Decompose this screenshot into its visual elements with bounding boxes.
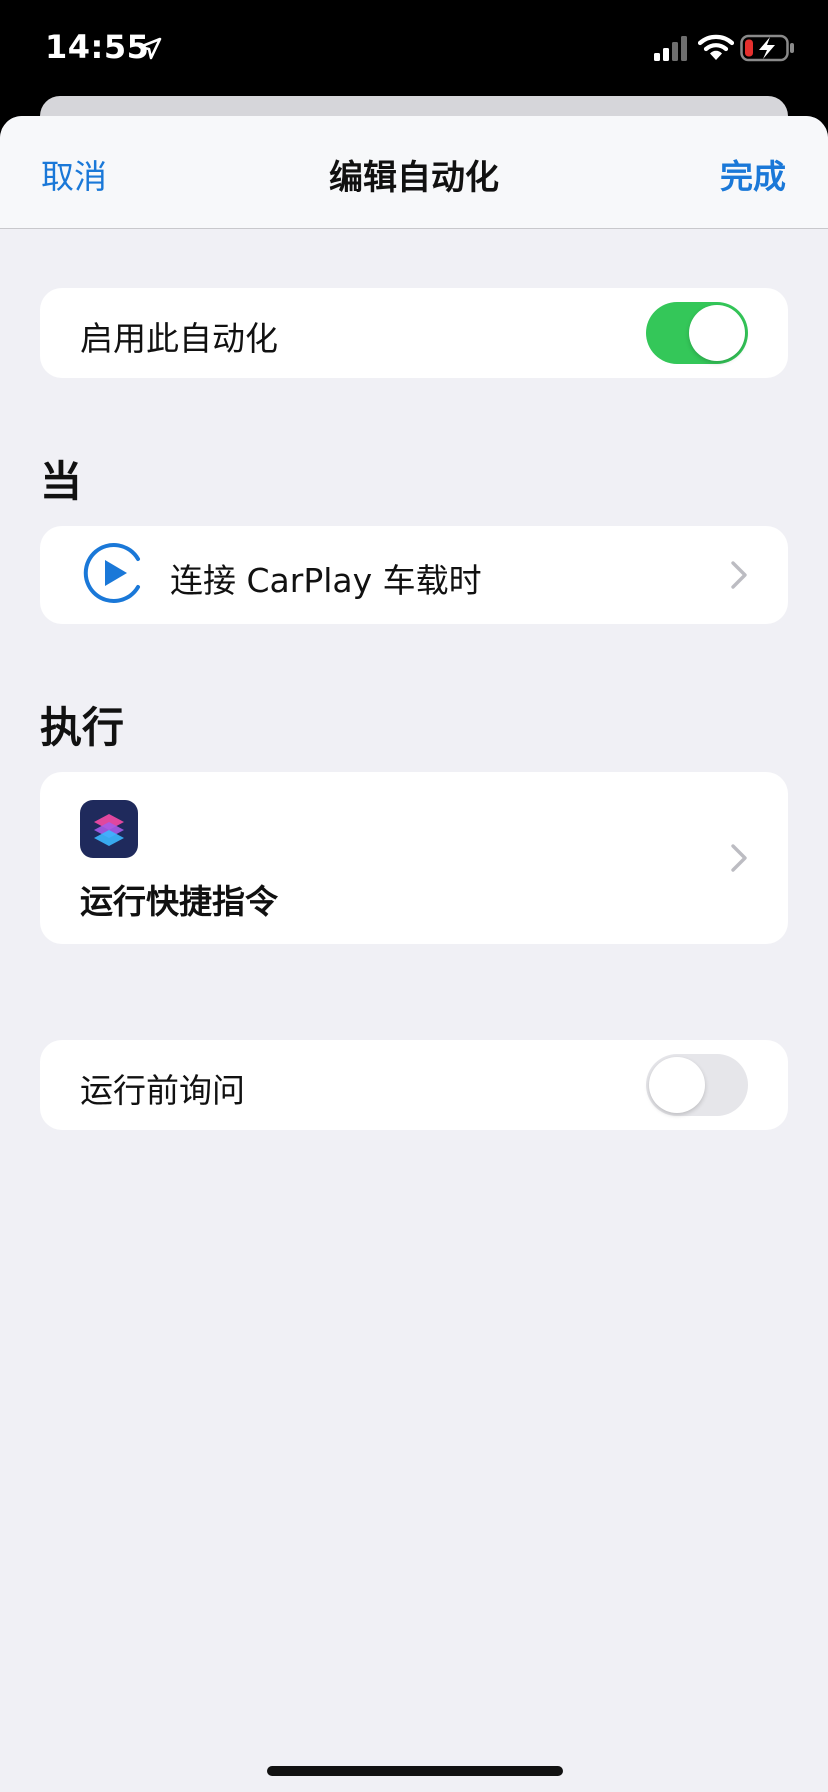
shortcuts-app-icon [80,800,138,858]
chevron-right-icon [731,844,747,872]
trigger-label: 连接 CarPlay 车载时 [170,561,482,600]
toggle-knob [649,1057,705,1113]
done-button[interactable]: 完成 [720,150,786,198]
home-indicator[interactable] [267,1766,563,1776]
battery-charging-icon [740,34,794,62]
ask-before-running-row: 运行前询问 [40,1040,788,1130]
status-time: 14:55 [45,28,150,66]
navigation-bar: 取消 编辑自动化 完成 [0,116,828,229]
enable-automation-row: 启用此自动化 [40,288,788,378]
carplay-icon [83,543,140,603]
ask-before-running-toggle[interactable] [646,1054,748,1116]
action-row[interactable]: 运行快捷指令 [40,772,788,944]
chevron-right-icon [731,561,747,589]
page-title: 编辑自动化 [329,158,499,198]
action-label: 运行快捷指令 [80,882,278,921]
wifi-icon [698,34,734,60]
edit-automation-sheet: 取消 编辑自动化 完成 启用此自动化 当 连接 CarPlay 车载时 执行 运… [0,116,828,1792]
cellular-signal-icon [654,36,687,61]
shortcuts-glyph [94,814,124,846]
trigger-row[interactable]: 连接 CarPlay 车载时 [40,526,788,624]
status-bar: 14:55 [0,0,828,100]
when-section-header: 当 [40,457,83,506]
ask-before-running-label: 运行前询问 [80,1071,245,1110]
toggle-knob [689,305,745,361]
enable-automation-toggle[interactable] [646,302,748,364]
do-section-header: 执行 [40,703,125,752]
location-arrow-icon [138,37,162,60]
enable-automation-label: 启用此自动化 [80,319,278,358]
